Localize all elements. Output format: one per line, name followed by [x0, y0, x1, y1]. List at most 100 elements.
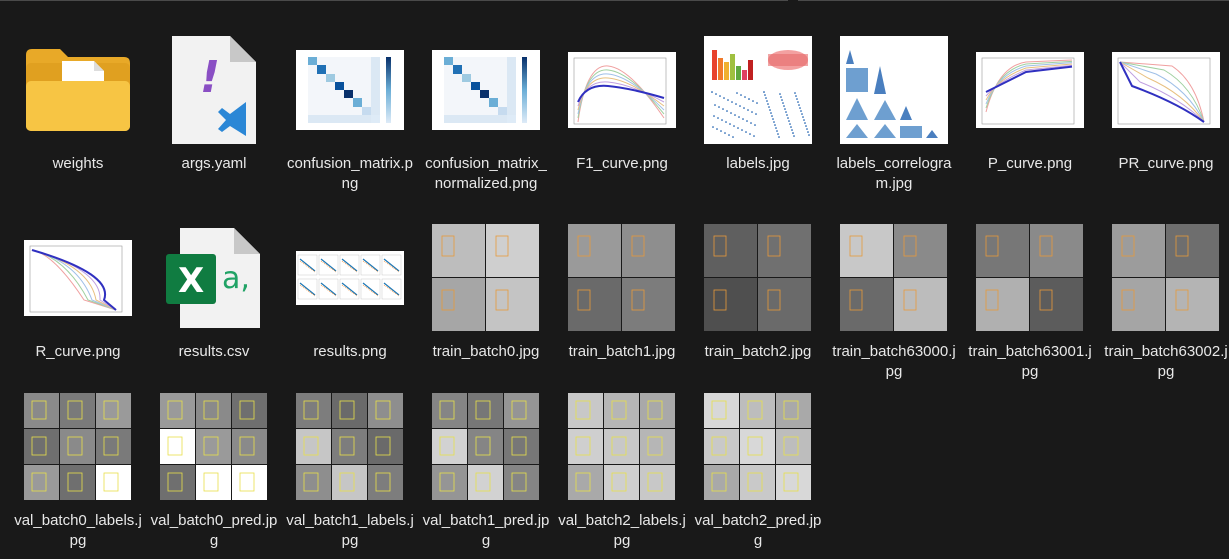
file-item-pr-curve-png[interactable]: PR_curve.png [1102, 10, 1229, 185]
file-name-label: train_batch2.jpg [704, 343, 812, 360]
svg-text:X: X [178, 261, 204, 301]
correlogram-thumbnail [840, 36, 948, 144]
file-thumbnail[interactable] [830, 222, 958, 334]
image-thumbnail [568, 393, 675, 500]
file-name-label: weights [52, 155, 104, 172]
file-name-label: P_curve.png [987, 155, 1073, 172]
image-thumbnail [160, 393, 267, 500]
file-item-f1-curve-png[interactable]: F1_curve.png [558, 10, 686, 185]
file-item-confusion-matrix-png[interactable]: confusion_matrix.png [286, 10, 414, 192]
file-name-label: val_batch0_pred.jpg [150, 512, 278, 549]
file-item-train-batch63000-jpg[interactable]: train_batch63000.jpg [830, 198, 958, 380]
file-item-labels-jpg[interactable]: labels.jpg [694, 10, 822, 185]
file-name-label: val_batch0_labels.jpg [14, 512, 142, 549]
header-divider [0, 0, 1229, 2]
file-name-label: val_batch2_pred.jpg [694, 512, 822, 549]
file-item-train-batch0-jpg[interactable]: train_batch0.jpg [422, 198, 550, 373]
curve-thumbnail [24, 240, 132, 316]
svg-text:a,: a, [222, 261, 250, 296]
labels-thumbnail [704, 36, 812, 144]
yaml-file-icon: ! [172, 36, 256, 144]
file-thumbnail[interactable] [286, 222, 414, 334]
file-thumbnail[interactable] [558, 34, 686, 146]
curve-thumbnail [1112, 52, 1220, 128]
file-item-val-batch1-labels-jpg[interactable]: val_batch1_labels.jpg [286, 367, 414, 549]
file-name-label: train_batch1.jpg [568, 343, 676, 360]
file-item-confusion-matrix-normalized-png[interactable]: confusion_matrix_normalized.png [422, 10, 550, 192]
file-name-label: labels_correlogram.jpg [836, 155, 952, 192]
file-item-val-batch1-pred-jpg[interactable]: val_batch1_pred.jpg [422, 367, 550, 549]
file-item-val-batch2-pred-jpg[interactable]: val_batch2_pred.jpg [694, 367, 822, 549]
file-thumbnail[interactable] [14, 34, 142, 146]
file-thumbnail[interactable] [694, 391, 822, 503]
file-thumbnail[interactable] [830, 34, 958, 146]
image-thumbnail [432, 224, 539, 331]
confusion-matrix-thumbnail [296, 50, 404, 130]
file-name-label: train_batch63000.jpg [832, 343, 956, 380]
image-thumbnail [704, 224, 811, 331]
file-name-label: results.csv [178, 343, 250, 360]
confusion-matrix-thumbnail [432, 50, 540, 130]
file-name-label: val_batch1_labels.jpg [286, 512, 414, 549]
file-item-weights[interactable]: weights [14, 10, 142, 185]
file-item-train-batch63001-jpg[interactable]: train_batch63001.jpg [966, 198, 1094, 380]
image-thumbnail [704, 393, 811, 500]
image-thumbnail [296, 393, 403, 500]
image-thumbnail [432, 393, 539, 500]
file-thumbnail[interactable] [966, 222, 1094, 334]
folder-icon [26, 49, 130, 131]
file-item-r-curve-png[interactable]: R_curve.png [14, 198, 142, 373]
file-item-args-yaml[interactable]: ! args.yaml [150, 10, 278, 185]
curve-thumbnail [976, 52, 1084, 128]
excel-file-icon: X a, [166, 228, 260, 328]
file-item-val-batch0-labels-jpg[interactable]: val_batch0_labels.jpg [14, 367, 142, 549]
file-thumbnail[interactable]: X a, [150, 222, 278, 334]
svg-text:!: ! [200, 52, 220, 103]
results-thumbnail [296, 251, 404, 305]
file-name-label: confusion_matrix.png [287, 155, 413, 192]
file-thumbnail[interactable] [286, 34, 414, 146]
curve-thumbnail [568, 52, 676, 128]
file-item-train-batch2-jpg[interactable]: train_batch2.jpg [694, 198, 822, 373]
file-name-label: args.yaml [181, 155, 247, 172]
file-name-label: R_curve.png [35, 343, 121, 360]
file-thumbnail[interactable] [422, 222, 550, 334]
image-thumbnail [24, 393, 131, 500]
file-thumbnail[interactable] [1102, 222, 1229, 334]
image-thumbnail [568, 224, 675, 331]
file-item-results-png[interactable]: results.png [286, 198, 414, 373]
file-thumbnail[interactable] [966, 34, 1094, 146]
file-name-label: PR_curve.png [1118, 155, 1214, 172]
file-item-val-batch2-labels-jpg[interactable]: val_batch2_labels.jpg [558, 367, 686, 549]
file-thumbnail[interactable] [422, 391, 550, 503]
file-name-label: results.png [313, 343, 387, 360]
file-thumbnail[interactable] [558, 391, 686, 503]
file-thumbnail[interactable] [1102, 34, 1229, 146]
file-item-labels-correlogram-jpg[interactable]: labels_correlogram.jpg [830, 10, 958, 192]
image-thumbnail [1112, 224, 1219, 331]
file-thumbnail[interactable] [694, 34, 822, 146]
file-name-label: val_batch1_pred.jpg [422, 512, 550, 549]
file-item-train-batch1-jpg[interactable]: train_batch1.jpg [558, 198, 686, 373]
file-name-label: train_batch63002.jpg [1104, 343, 1228, 380]
file-name-label: val_batch2_labels.jpg [558, 512, 686, 549]
file-thumbnail[interactable] [150, 391, 278, 503]
file-thumbnail[interactable] [286, 391, 414, 503]
file-name-label: train_batch0.jpg [432, 343, 540, 360]
file-thumbnail[interactable] [422, 34, 550, 146]
file-thumbnail[interactable] [14, 391, 142, 503]
file-thumbnail[interactable]: ! [150, 34, 278, 146]
file-thumbnail[interactable] [694, 222, 822, 334]
file-name-label: labels.jpg [726, 155, 790, 172]
file-item-p-curve-png[interactable]: P_curve.png [966, 10, 1094, 185]
file-thumbnail[interactable] [14, 222, 142, 334]
file-name-label: train_batch63001.jpg [968, 343, 1092, 380]
image-thumbnail [976, 224, 1083, 331]
file-name-label: confusion_matrix_normalized.png [425, 155, 547, 192]
file-item-val-batch0-pred-jpg[interactable]: val_batch0_pred.jpg [150, 367, 278, 549]
file-name-label: F1_curve.png [576, 155, 668, 172]
file-item-results-csv[interactable]: X a, results.csv [150, 198, 278, 373]
file-thumbnail[interactable] [558, 222, 686, 334]
file-item-train-batch63002-jpg[interactable]: train_batch63002.jpg [1102, 198, 1229, 380]
image-thumbnail [840, 224, 947, 331]
